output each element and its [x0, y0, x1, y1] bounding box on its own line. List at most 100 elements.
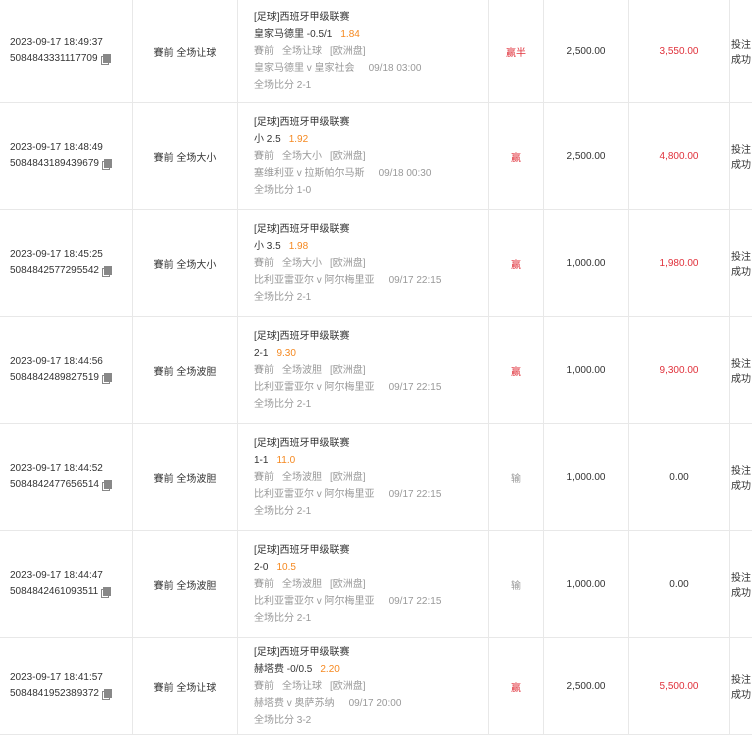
bet-detail-cell: [足球]西班牙甲级联赛 皇家马德里 -0.5/11.84 賽前全场让球[欧洲盘]… [238, 0, 489, 103]
table-row: 2023-09-17 18:44:47 5084842461093511 賽前 … [0, 531, 752, 638]
market-type: 全场让球 [282, 681, 322, 692]
stake-amount: 1,000.00 [544, 424, 629, 531]
match-line: 皇家马德里 v 皇家社会 09/18 03:00 [254, 60, 488, 77]
odds: 2.20 [320, 664, 339, 675]
league-name: [足球]西班牙甲级联赛 [254, 542, 488, 559]
league-name: [足球]西班牙甲级联赛 [254, 221, 488, 238]
odds: 1.98 [289, 241, 308, 252]
bet-id: 5084841952389372 [10, 686, 99, 702]
kickoff-time: 09/18 03:00 [369, 63, 422, 74]
bet-time: 2023-09-17 18:48:49 [10, 140, 132, 156]
match-line: 比利亚雷亚尔 v 阿尔梅里亚09/17 22:15 [254, 486, 488, 503]
copy-icon[interactable] [101, 54, 110, 64]
match-line: 塞维利亚 v 拉斯帕尔马斯09/18 00:30 [254, 165, 488, 182]
odds-format: [欧洲盘] [330, 365, 366, 376]
bet-time: 2023-09-17 18:44:56 [10, 354, 132, 370]
odds: 11.0 [276, 455, 295, 466]
market-stage: 賽前 [254, 365, 274, 376]
selection-line: 小 2.51.92 [254, 131, 488, 148]
copy-icon[interactable] [102, 689, 111, 699]
selection: 2-1 [254, 348, 268, 359]
result-badge: 赢半 [489, 0, 544, 103]
bet-status: 投注成功 [730, 531, 752, 638]
league-name: [足球]西班牙甲级联赛 [254, 9, 488, 26]
market-line: 賽前全场波胆 [欧洲盘] [254, 469, 488, 486]
kickoff-time: 09/17 20:00 [349, 698, 402, 709]
payout-amount: 1,980.00 [629, 210, 730, 317]
odds-format: [欧洲盘] [330, 579, 366, 590]
bet-time-cell: 2023-09-17 18:49:37 5084843331117709 [0, 0, 133, 103]
copy-icon[interactable] [101, 587, 110, 597]
bet-type: 賽前 全场让球 [133, 638, 238, 735]
selection-line: 小 3.51.98 [254, 238, 488, 255]
league-name: [足球]西班牙甲级联赛 [254, 644, 488, 661]
match-teams: 比利亚雷亚尔 v 阿尔梅里亚 [254, 489, 375, 500]
market-stage: 賽前 [254, 472, 274, 483]
result-badge: 输 [489, 424, 544, 531]
match-line: 比利亚雷亚尔 v 阿尔梅里亚09/17 22:15 [254, 593, 488, 610]
market-type: 全场波胆 [282, 579, 322, 590]
bet-id: 5084842461093511 [10, 584, 98, 600]
bet-time-cell: 2023-09-17 18:48:49 5084843189439679 [0, 103, 133, 210]
final-score: 全场比分 2-1 [254, 503, 488, 520]
match-teams: 比利亚雷亚尔 v 阿尔梅里亚 [254, 275, 375, 286]
stake-amount: 2,500.00 [544, 103, 629, 210]
match-teams: 比利亚雷亚尔 v 阿尔梅里亚 [254, 596, 375, 607]
market-line: 賽前全场波胆[欧洲盘] [254, 576, 488, 593]
market-line: 賽前全场波胆[欧洲盘] [254, 362, 488, 379]
market-stage: 賽前 [254, 46, 274, 57]
copy-icon[interactable] [102, 373, 111, 383]
bet-type: 賽前 全场波胆 [133, 531, 238, 638]
stake-amount: 2,500.00 [544, 638, 629, 735]
market-stage: 賽前 [254, 258, 274, 269]
table-row: 2023-09-17 18:45:25 5084842577295542 賽前 … [0, 210, 752, 317]
league-name: [足球]西班牙甲级联赛 [254, 435, 488, 452]
selection-line: 赫塔费 -0/0.5 2.20 [254, 661, 488, 678]
market-line: 賽前全场让球[欧洲盘] [254, 43, 488, 60]
market-type: 全场波胆 [282, 472, 322, 483]
copy-icon[interactable] [102, 480, 111, 490]
bet-detail-cell: [足球]西班牙甲级联赛 小 3.51.98 賽前全场大小[欧洲盘] 比利亚雷亚尔… [238, 210, 489, 317]
bet-time-cell: 2023-09-17 18:41:57 5084841952389372 [0, 638, 133, 735]
bet-type: 賽前 全场波胆 [133, 424, 238, 531]
bet-type: 賽前 全场大小 [133, 210, 238, 317]
bet-status: 投注成功 [730, 317, 752, 424]
table-row: 2023-09-17 18:48:49 5084843189439679 賽前 … [0, 103, 752, 210]
final-score: 全场比分 2-1 [254, 77, 488, 94]
final-score: 全场比分 1-0 [254, 182, 488, 199]
selection: 小 2.5 [254, 134, 281, 145]
result-badge: 输 [489, 531, 544, 638]
bet-history-table: 2023-09-17 18:49:37 5084843331117709 賽前 … [0, 0, 752, 735]
bet-id-line: 5084842577295542 [10, 263, 132, 279]
market-type: 全场大小 [282, 258, 322, 269]
bet-id-line: 5084843331117709 [10, 51, 132, 67]
final-score: 全场比分 2-1 [254, 610, 488, 627]
bet-time-cell: 2023-09-17 18:45:25 5084842577295542 [0, 210, 133, 317]
bet-detail-cell: [足球]西班牙甲级联赛 小 2.51.92 賽前全场大小[欧洲盘] 塞维利亚 v… [238, 103, 489, 210]
bet-id-line: 5084843189439679 [10, 156, 132, 172]
match-line: 比利亚雷亚尔 v 阿尔梅里亚09/17 22:15 [254, 272, 488, 289]
selection-line: 2-19.30 [254, 345, 488, 362]
bet-status: 投注成功 [730, 638, 752, 735]
league-name: [足球]西班牙甲级联赛 [254, 114, 488, 131]
bet-id: 5084842489827519 [10, 370, 99, 386]
bet-id-line: 5084842461093511 [10, 584, 132, 600]
bet-time: 2023-09-17 18:44:52 [10, 461, 132, 477]
selection: 1-1 [254, 455, 268, 466]
bet-status: 投注成功 [730, 103, 752, 210]
bet-time: 2023-09-17 18:44:47 [10, 568, 132, 584]
selection: 赫塔费 -0/0.5 [254, 664, 312, 675]
bet-detail-cell: [足球]西班牙甲级联赛 1-1 11.0 賽前全场波胆 [欧洲盘] 比利亚雷亚尔 v… [238, 424, 489, 531]
copy-icon[interactable] [102, 159, 111, 169]
bet-id-line: 5084841952389372 [10, 686, 132, 702]
market-line: 賽前全场大小[欧洲盘] [254, 255, 488, 272]
copy-icon[interactable] [102, 266, 111, 276]
match-teams: 比利亚雷亚尔 v 阿尔梅里亚 [254, 382, 375, 393]
result-badge: 赢 [489, 317, 544, 424]
bet-status: 投注成功 [730, 210, 752, 317]
match-teams: 皇家马德里 v 皇家社会 [254, 63, 355, 74]
odds-format: [欧洲盘] [330, 472, 366, 483]
selection-line: 2-010.5 [254, 559, 488, 576]
payout-amount: 0.00 [629, 531, 730, 638]
bet-type: 賽前 全场波胆 [133, 317, 238, 424]
